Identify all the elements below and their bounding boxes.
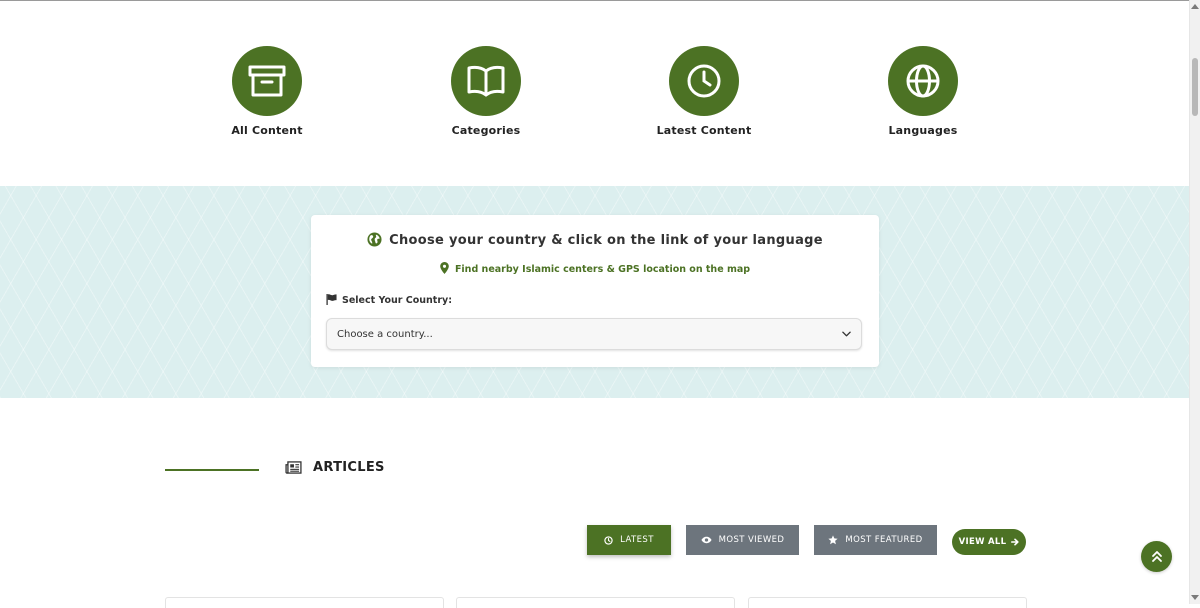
star-icon (828, 535, 839, 545)
quick-nav-latest-content[interactable]: Latest Content (629, 46, 779, 137)
quick-nav-label: Languages (888, 124, 958, 137)
article-card[interactable] (165, 597, 444, 608)
tab-most-viewed-label: MOST VIEWED (718, 535, 785, 545)
quick-nav-label: Categories (451, 124, 521, 137)
view-all-label: VIEW ALL (958, 537, 1007, 547)
scrollbar-thumb[interactable] (1192, 58, 1198, 116)
archive-icon (232, 46, 302, 116)
tab-most-featured[interactable]: MOST FEATURED (814, 525, 937, 555)
back-to-top-button[interactable] (1141, 541, 1172, 572)
arrow-right-icon (1011, 538, 1019, 546)
article-card[interactable] (748, 597, 1027, 608)
articles-heading: ARTICLES (285, 460, 385, 475)
tab-most-viewed[interactable]: MOST VIEWED (686, 525, 799, 555)
flag-icon (326, 294, 337, 305)
articles-heading-text: ARTICLES (313, 460, 385, 475)
double-chevron-up-icon (1151, 551, 1162, 562)
article-card[interactable] (456, 597, 735, 608)
eye-icon (701, 536, 712, 544)
select-country-label: Select Your Country: (326, 294, 452, 306)
tab-latest[interactable]: LATEST (587, 525, 671, 555)
country-select-value: Choose a country... (337, 328, 433, 340)
earth-icon (367, 232, 382, 247)
country-selector-title: Choose your country & click on the link … (311, 232, 879, 248)
tab-latest-label: LATEST (620, 535, 654, 545)
view-all-button[interactable]: VIEW ALL (952, 529, 1026, 555)
tab-most-featured-label: MOST FEATURED (845, 535, 923, 545)
clock-icon (669, 46, 739, 116)
gps-location-link[interactable]: Find nearby Islamic centers & GPS locati… (311, 262, 879, 275)
country-band: Choose your country & click on the link … (0, 186, 1190, 398)
clock-icon (604, 535, 613, 545)
chevron-down-icon (842, 331, 851, 337)
quick-nav-label: All Content (231, 124, 303, 137)
section-divider-line (165, 469, 259, 471)
map-pin-icon (440, 262, 449, 274)
quick-nav-all-content[interactable]: All Content (192, 46, 342, 137)
gps-link-text: Find nearby Islamic centers & GPS locati… (454, 264, 751, 275)
globe-icon (888, 46, 958, 116)
quick-nav-label: Latest Content (656, 124, 752, 137)
book-open-icon (451, 46, 521, 116)
quick-nav: All Content Categories Latest Content La… (0, 0, 1190, 186)
country-selector-card: Choose your country & click on the link … (311, 215, 879, 367)
country-selector-title-text: Choose your country & click on the link … (389, 233, 823, 248)
quick-nav-categories[interactable]: Categories (411, 46, 561, 137)
country-select[interactable]: Choose a country... (326, 318, 862, 350)
quick-nav-languages[interactable]: Languages (848, 46, 998, 137)
select-country-label-text: Select Your Country: (342, 295, 452, 306)
scroll-up-arrow-icon[interactable] (1191, 4, 1199, 9)
page-scrollbar[interactable] (1189, 0, 1200, 604)
newspaper-icon (285, 461, 302, 474)
scroll-down-arrow-icon[interactable] (1191, 595, 1199, 600)
